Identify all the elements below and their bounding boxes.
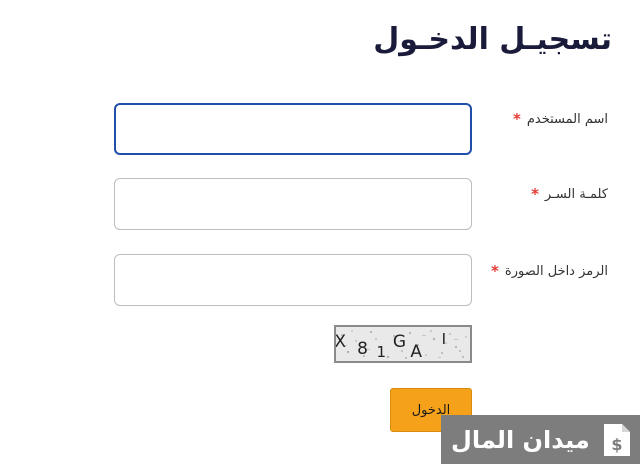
- password-label-text: كلمـة السـر: [544, 186, 608, 202]
- password-label: كلمـة السـر *: [531, 185, 608, 203]
- required-mark: *: [512, 110, 521, 128]
- captcha-char: A: [410, 342, 422, 361]
- page-title: تسجيـل الدخـول: [373, 22, 612, 57]
- captcha-image: X 8 1 G A I: [334, 325, 472, 363]
- captcha-char: G: [393, 332, 406, 352]
- svg-text:$: $: [611, 435, 622, 454]
- password-input[interactable]: [114, 178, 472, 230]
- username-input[interactable]: [114, 103, 472, 155]
- captcha-char: I: [442, 330, 446, 348]
- captcha-char: 1: [376, 343, 386, 361]
- required-mark: *: [531, 185, 539, 203]
- username-label-text: اسم المستخدم: [526, 111, 608, 127]
- watermark: ميدان المال $: [441, 415, 640, 464]
- money-document-icon: $: [604, 423, 630, 456]
- captcha-label: الرمز داخل الصورة *: [491, 262, 608, 280]
- captcha-label-text: الرمز داخل الصورة: [504, 263, 608, 279]
- captcha-char: X: [336, 332, 346, 352]
- username-label: اسم المستخدم *: [513, 110, 608, 128]
- captcha-input[interactable]: [114, 254, 472, 306]
- captcha-char: 8: [357, 339, 368, 359]
- watermark-text: ميدان المال: [451, 425, 590, 454]
- login-page: تسجيـل الدخـول اسم المستخدم * كلمـة السـ…: [0, 0, 640, 464]
- required-mark: *: [491, 262, 499, 280]
